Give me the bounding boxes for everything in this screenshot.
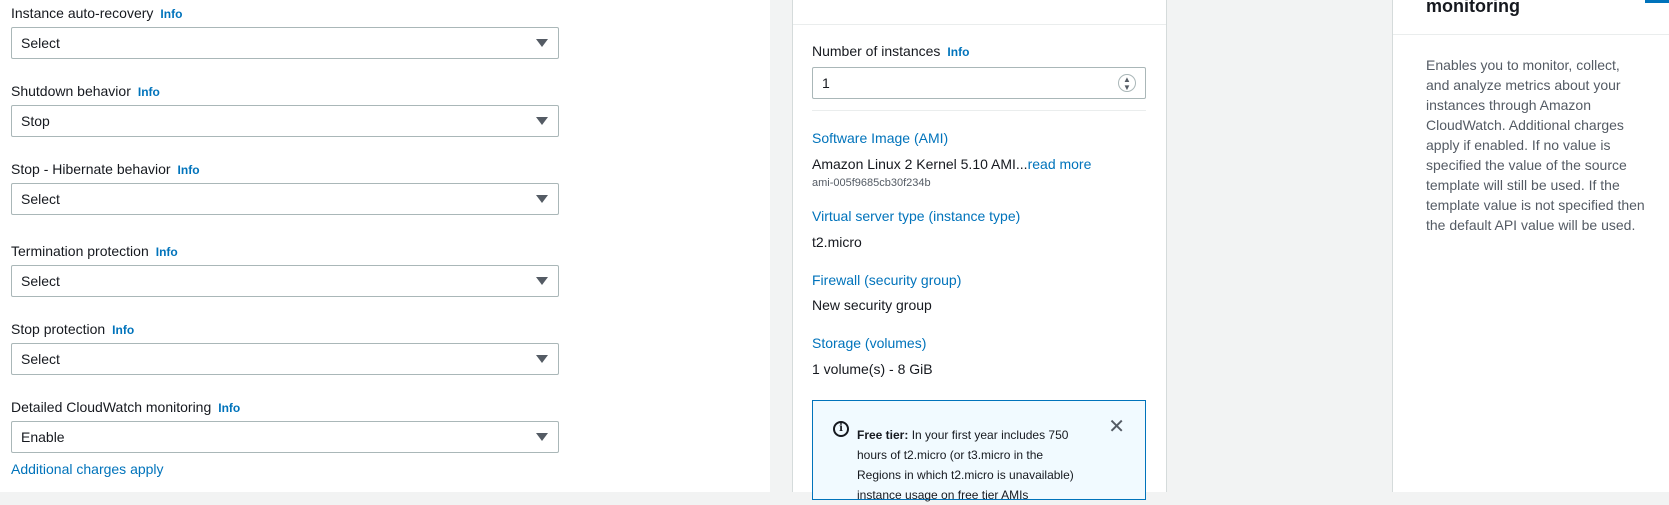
help-panel: monitoring Enables you to monitor, colle… [1392,0,1669,492]
free-tier-label: Free tier: [857,428,909,442]
instance-auto-recovery-field: Instance auto-recovery Info Select [11,4,559,59]
termination-protection-field: Termination protection Info Select [11,242,559,297]
read-more-link[interactable]: read more [1028,156,1092,172]
ami-name: Amazon Linux 2 Kernel 5.10 AMI... [812,156,1028,172]
caret-down-icon [536,195,548,203]
cloudwatch-monitoring-info-link[interactable]: Info [218,401,240,415]
storage-link[interactable]: Storage (volumes) [812,335,926,351]
shutdown-behavior-value: Stop [21,113,50,129]
free-tier-alert: i Free tier: In your first year includes… [812,400,1146,502]
stop-protection-field: Stop protection Info Select [11,320,559,375]
stop-protection-info-link[interactable]: Info [112,323,134,337]
number-of-instances-label: Number of instances [812,43,941,59]
cloudwatch-monitoring-select[interactable]: Enable [11,421,559,453]
advanced-details-form: Instance auto-recovery Info Select Shutdo… [0,0,770,492]
instance-auto-recovery-label: Instance auto-recovery [11,5,154,21]
stop-hibernate-behavior-select[interactable]: Select [11,183,559,215]
help-title: monitoring [1426,0,1520,16]
help-body: Enables you to monitor, collect, and ana… [1426,57,1645,233]
number-of-instances-input[interactable]: 1 ▲ ▼ [812,67,1146,99]
caret-down-icon [536,39,548,47]
stop-hibernate-behavior-field: Stop - Hibernate behavior Info Select [11,160,559,215]
free-tier-message: Free tier: In your first year includes 7… [857,425,1087,505]
cloudwatch-monitoring-field: Detailed CloudWatch monitoring Info Enabl… [11,398,559,453]
termination-protection-label: Termination protection [11,243,149,259]
summary-panel: Number of instances Info 1 ▲ ▼ Software Im… [792,0,1167,502]
software-image-value: Amazon Linux 2 Kernel 5.10 AMI...read mo… [812,156,1091,172]
instance-type-value: t2.micro [812,234,862,250]
number-of-instances-info-link[interactable]: Info [947,45,969,59]
software-image-link[interactable]: Software Image (AMI) [812,130,948,146]
instance-auto-recovery-value: Select [21,35,60,51]
info-icon: i [833,421,849,437]
caret-down-icon [536,355,548,363]
termination-protection-info-link[interactable]: Info [156,245,178,259]
shutdown-behavior-field: Shutdown behavior Info Stop [11,82,559,137]
caret-down-icon [536,277,548,285]
additional-charges-link[interactable]: Additional charges apply [11,461,164,477]
stop-hibernate-behavior-label: Stop - Hibernate behavior [11,161,171,177]
stop-protection-select[interactable]: Select [11,343,559,375]
termination-protection-select[interactable]: Select [11,265,559,297]
stop-hibernate-behavior-value: Select [21,191,60,207]
stop-protection-value: Select [21,351,60,367]
divider [1393,34,1669,35]
number-of-instances-value: 1 [822,75,830,91]
storage-value: 1 volume(s) - 8 GiB [812,361,933,377]
instance-auto-recovery-select[interactable]: Select [11,27,559,59]
divider [793,24,1166,25]
firewall-link[interactable]: Firewall (security group) [812,272,961,288]
caret-down-icon [536,433,548,441]
shutdown-behavior-label: Shutdown behavior [11,83,131,99]
divider [812,110,1146,111]
termination-protection-value: Select [21,273,60,289]
instance-type-link[interactable]: Virtual server type (instance type) [812,208,1020,224]
stop-hibernate-behavior-info-link[interactable]: Info [178,163,200,177]
close-icon[interactable]: ✕ [1108,417,1125,437]
instance-auto-recovery-info-link[interactable]: Info [160,7,182,21]
help-accent [1645,0,1669,3]
caret-down-icon [536,117,548,125]
cloudwatch-monitoring-value: Enable [21,429,65,445]
stop-protection-label: Stop protection [11,321,106,337]
stepper-icon[interactable]: ▲ ▼ [1118,74,1136,92]
shutdown-behavior-select[interactable]: Stop [11,105,559,137]
ami-id: ami-005f9685cb30f234b [812,177,931,189]
shutdown-behavior-info-link[interactable]: Info [138,85,160,99]
cloudwatch-monitoring-label: Detailed CloudWatch monitoring [11,399,212,415]
firewall-value: New security group [812,297,932,313]
